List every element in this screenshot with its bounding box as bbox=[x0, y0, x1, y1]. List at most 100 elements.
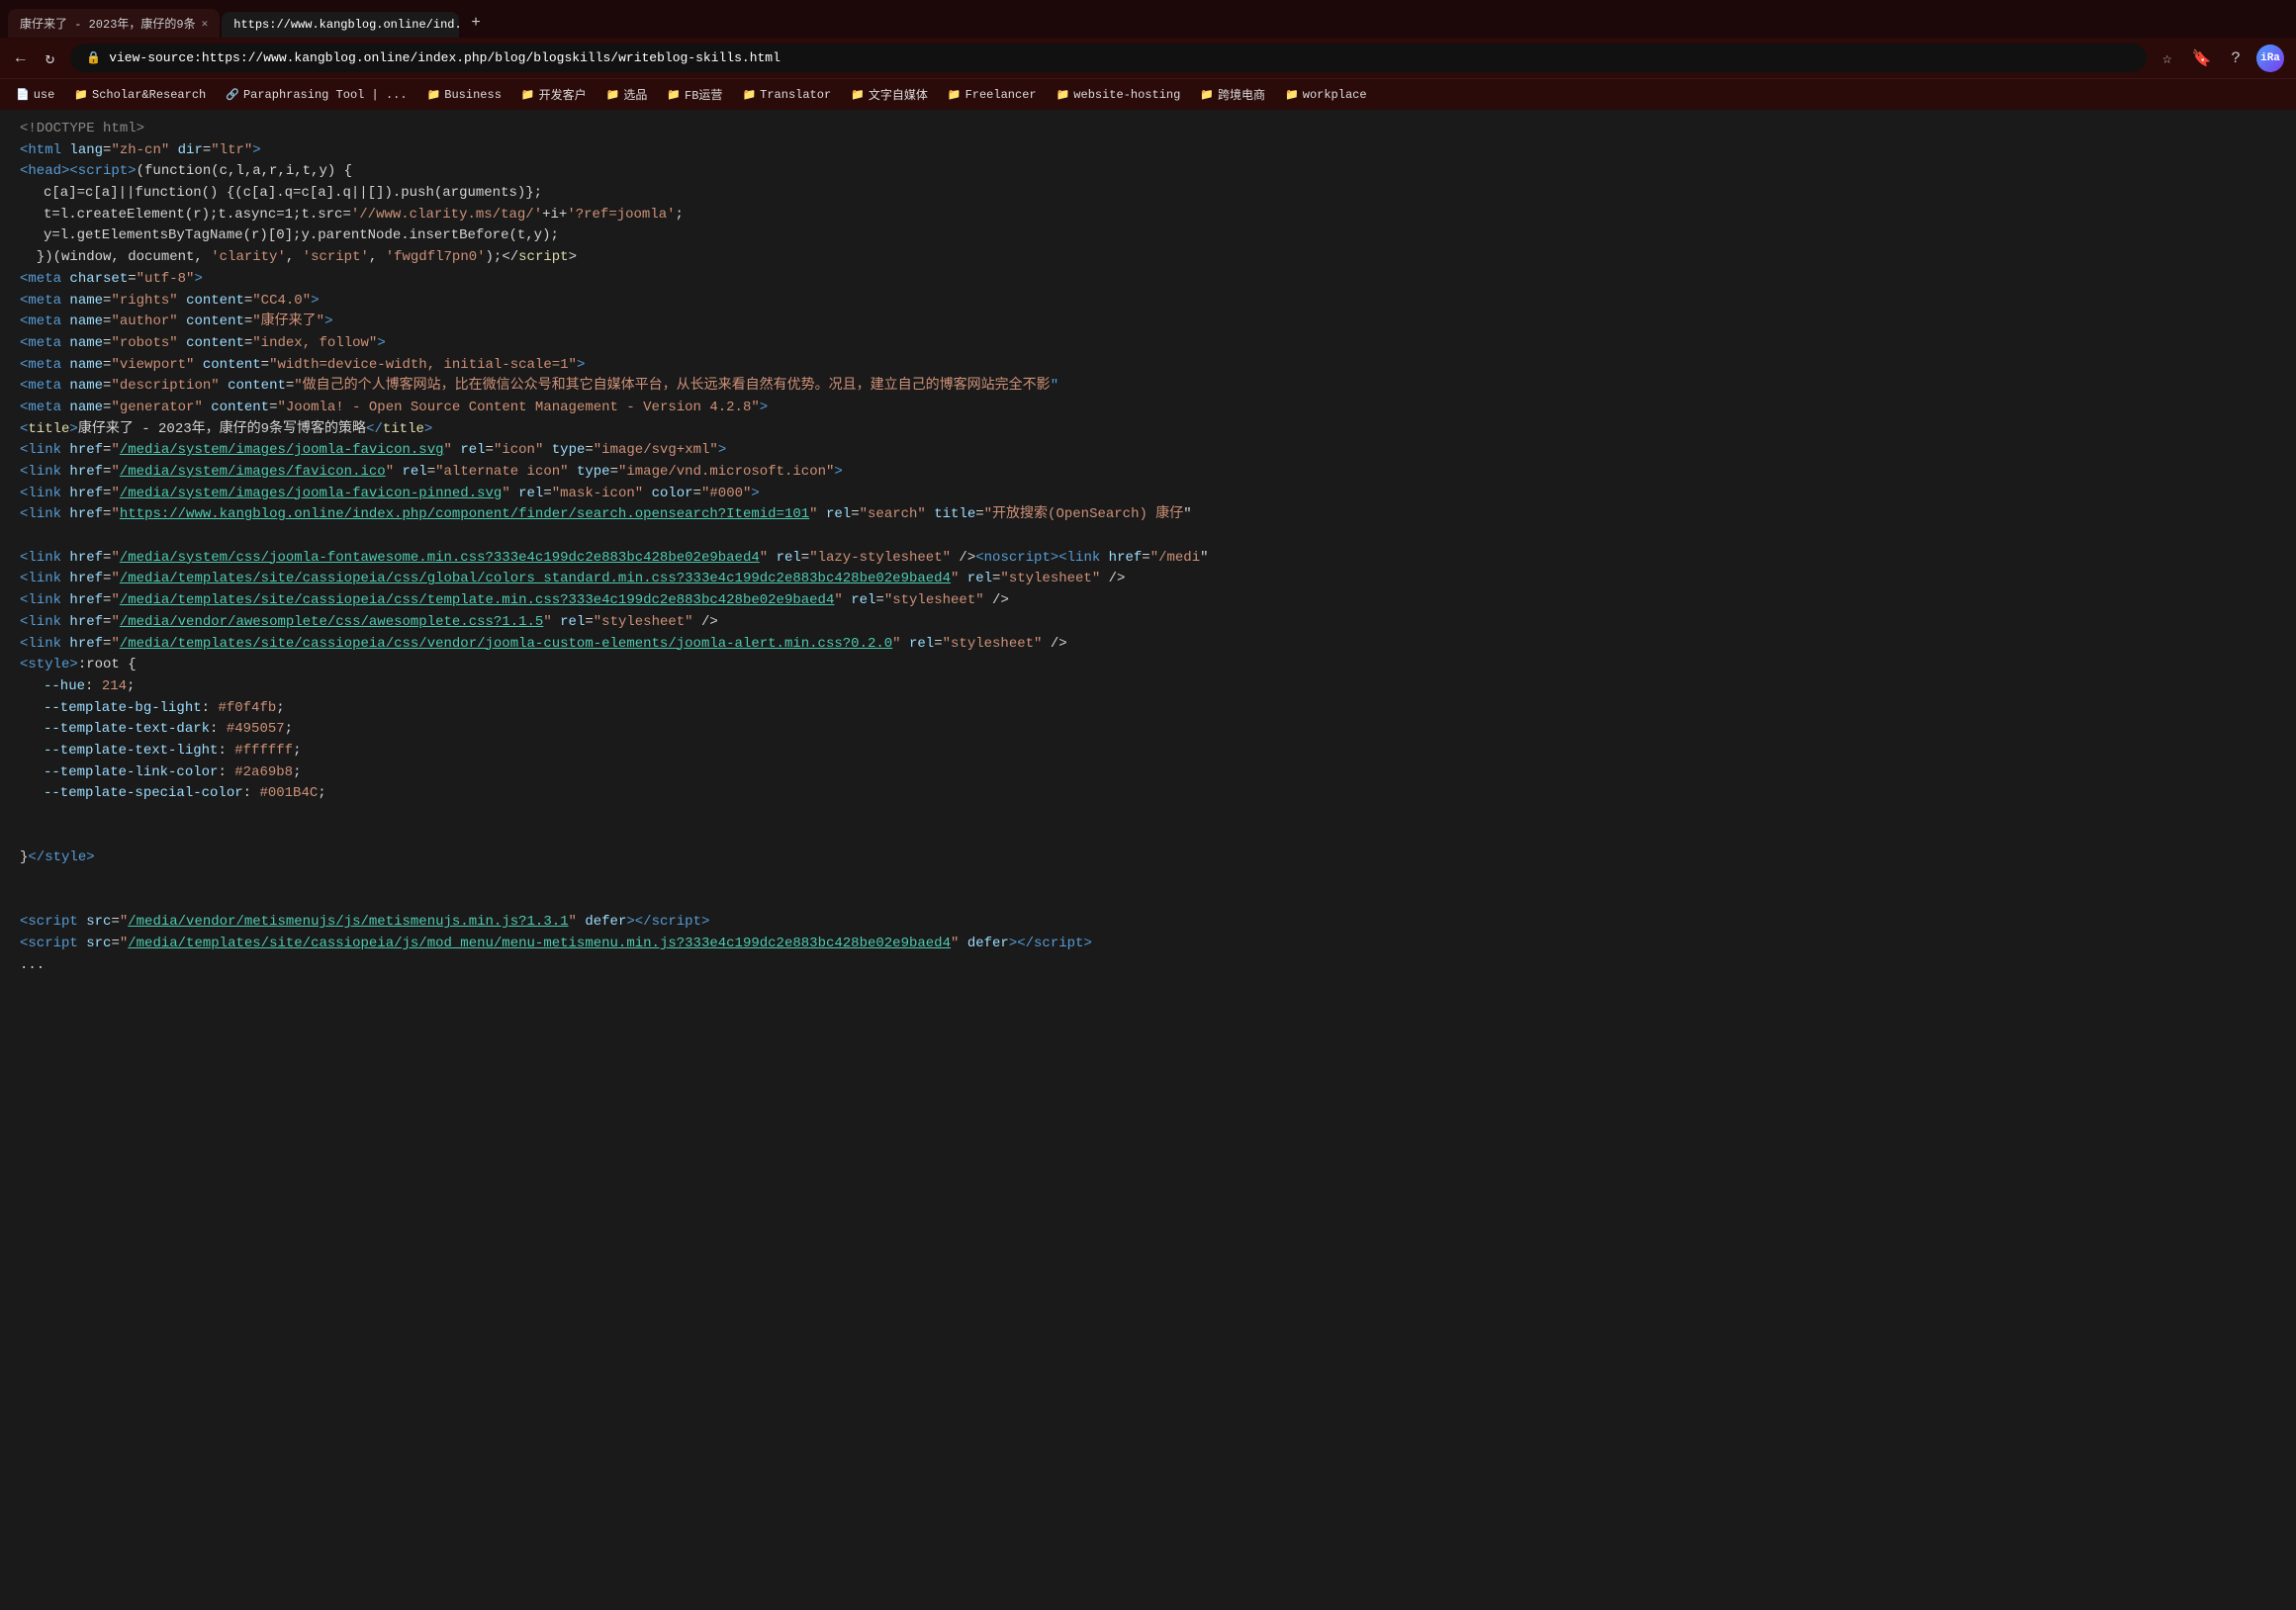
bookmark-translator-icon: 📁 bbox=[742, 88, 756, 102]
bookmark-paraphrasing-label: Paraphrasing Tool | ... bbox=[243, 88, 408, 102]
line-link6: <link href="/media/templates/site/cassio… bbox=[20, 569, 2276, 590]
bookmark-paraphrasing[interactable]: 🔗 Paraphrasing Tool | ... bbox=[218, 85, 414, 105]
address-text: view-source:https://www.kangblog.online/… bbox=[109, 50, 781, 65]
bookmark-workplace-icon: 📁 bbox=[1285, 88, 1299, 102]
bookmark-media-label: 文字自媒体 bbox=[869, 86, 928, 103]
tab-1[interactable]: 康仔来了 - 2023年，康仔的9条 ✕ bbox=[8, 9, 220, 38]
line-special-color: --template-special-color: #001B4C; bbox=[20, 783, 2276, 805]
bookmarks-bar: 📄 use 📁 Scholar&Research 🔗 Paraphrasing … bbox=[0, 78, 2296, 110]
bookmark-workplace[interactable]: 📁 workplace bbox=[1277, 85, 1375, 105]
bookmark-hosting[interactable]: 📁 website-hosting bbox=[1049, 85, 1189, 105]
tab-1-label: 康仔来了 - 2023年，康仔的9条 bbox=[20, 15, 196, 32]
help-icon[interactable]: ? bbox=[2227, 45, 2245, 71]
bookmark-media-icon: 📁 bbox=[851, 88, 865, 102]
line-link2: <link href="/media/system/images/favicon… bbox=[20, 462, 2276, 484]
line-meta1: <meta charset="utf-8"> bbox=[20, 269, 2276, 291]
reload-button[interactable]: ↻ bbox=[42, 45, 59, 72]
line-meta6: <meta name="description" content="做自己的个人… bbox=[20, 376, 2276, 398]
bookmark-dev-label: 开发客户 bbox=[539, 86, 587, 103]
link-awesomplete[interactable]: /media/vendor/awesomplete/css/awesomplet… bbox=[120, 614, 543, 630]
bookmark-translator[interactable]: 📁 Translator bbox=[734, 85, 839, 105]
line-link8: <link href="/media/vendor/awesomplete/cs… bbox=[20, 612, 2276, 634]
back-button[interactable]: ← bbox=[12, 45, 30, 71]
line-html: <html lang="zh-cn" dir="ltr"> bbox=[20, 140, 2276, 162]
line-hue: --hue: 214; bbox=[20, 676, 2276, 698]
bookmark-hosting-icon: 📁 bbox=[1056, 88, 1070, 102]
line-blank5 bbox=[20, 891, 2276, 913]
link-joomla-favicon[interactable]: /media/system/images/joomla-favicon.svg bbox=[120, 442, 444, 458]
line-style-close: }</style> bbox=[20, 848, 2276, 869]
source-code-content: <!DOCTYPE html> <html lang="zh-cn" dir="… bbox=[0, 107, 2296, 1610]
bookmark-scholar[interactable]: 📁 Scholar&Research bbox=[66, 85, 214, 105]
bookmark-cross-border[interactable]: 📁 跨境电商 bbox=[1192, 83, 1273, 106]
line-meta5: <meta name="viewport" content="width=dev… bbox=[20, 355, 2276, 377]
bookmark-dev-customer[interactable]: 📁 开发客户 bbox=[513, 83, 595, 106]
line-link9: <link href="/media/templates/site/cassio… bbox=[20, 634, 2276, 656]
line-link7: <link href="/media/templates/site/cassio… bbox=[20, 590, 2276, 612]
bookmark-business[interactable]: 📁 Business bbox=[419, 85, 509, 105]
bookmark-use-icon: 📄 bbox=[16, 88, 30, 102]
link-metismenusjs[interactable]: /media/vendor/metismenujs/js/metismenujs… bbox=[128, 914, 568, 930]
bookmark-freelancer-label: Freelancer bbox=[965, 88, 1037, 102]
browser-chrome: 康仔来了 - 2023年，康仔的9条 ✕ https://www.kangblo… bbox=[0, 0, 2296, 110]
link-template-min[interactable]: /media/templates/site/cassiopeia/css/tem… bbox=[120, 592, 835, 608]
bookmark-business-label: Business bbox=[444, 88, 502, 102]
new-tab-button[interactable]: + bbox=[461, 8, 491, 38]
line-bg-light: --template-bg-light: #f0f4fb; bbox=[20, 698, 2276, 720]
bookmark-use[interactable]: 📄 use bbox=[8, 85, 62, 105]
tab-1-close[interactable]: ✕ bbox=[202, 17, 209, 31]
line-link3: <link href="/media/system/images/joomla-… bbox=[20, 484, 2276, 505]
bookmark-scholar-icon: 📁 bbox=[74, 88, 88, 102]
line-s2: t=l.createElement(r);t.async=1;t.src='//… bbox=[20, 205, 2276, 226]
line-script1: <script src="/media/vendor/metismenujs/j… bbox=[20, 912, 2276, 934]
line-link5: <link href="/media/system/css/joomla-fon… bbox=[20, 548, 2276, 570]
bookmark-products-label: 选品 bbox=[623, 86, 647, 103]
firefox-icon[interactable]: 🔖 bbox=[2187, 45, 2215, 72]
tab-2-label: https://www.kangblog.online/ind... bbox=[233, 18, 459, 32]
line-s3: y=l.getElementsByTagName(r)[0];y.parentN… bbox=[20, 225, 2276, 247]
bookmark-fb-icon: 📁 bbox=[667, 88, 681, 102]
user-avatar[interactable]: iRa bbox=[2256, 45, 2284, 72]
line-script2: <script src="/media/templates/site/cassi… bbox=[20, 934, 2276, 955]
link-mod-menu[interactable]: /media/templates/site/cassiopeia/js/mod_… bbox=[128, 936, 951, 951]
link-joomla-alert[interactable]: /media/templates/site/cassiopeia/css/ven… bbox=[120, 636, 892, 652]
line-more: ... bbox=[20, 955, 2276, 977]
line-meta3: <meta name="author" content="康仔来了"> bbox=[20, 312, 2276, 333]
line-doctype: <!DOCTYPE html> bbox=[20, 119, 2276, 140]
bookmark-dev-icon: 📁 bbox=[521, 88, 535, 102]
link-global-colors[interactable]: /media/templates/site/cassiopeia/css/glo… bbox=[120, 571, 951, 586]
line-blank2 bbox=[20, 805, 2276, 827]
line-blank1 bbox=[20, 526, 2276, 548]
bookmark-fb[interactable]: 📁 FB运营 bbox=[659, 83, 730, 106]
bookmark-translator-label: Translator bbox=[760, 88, 831, 102]
bookmark-hosting-label: website-hosting bbox=[1073, 88, 1180, 102]
bookmark-fb-label: FB运营 bbox=[685, 86, 722, 103]
lock-icon: 🔒 bbox=[86, 50, 101, 65]
address-display[interactable]: 🔒 view-source:https://www.kangblog.onlin… bbox=[70, 44, 2147, 72]
bookmark-freelancer-icon: 📁 bbox=[948, 88, 962, 102]
tab-2[interactable]: https://www.kangblog.online/ind... ✕ bbox=[222, 12, 459, 38]
line-meta4: <meta name="robots" content="index, foll… bbox=[20, 333, 2276, 355]
line-s4: })(window, document, 'clarity', 'script'… bbox=[20, 247, 2276, 269]
bookmark-cross-border-label: 跨境电商 bbox=[1218, 86, 1265, 103]
line-meta2: <meta name="rights" content="CC4.0"> bbox=[20, 291, 2276, 313]
bookmark-star-icon[interactable]: ☆ bbox=[2158, 45, 2176, 72]
line-blank3 bbox=[20, 827, 2276, 849]
bookmark-products-icon: 📁 bbox=[606, 88, 620, 102]
line-style-open: <style>:root { bbox=[20, 655, 2276, 676]
line-text-dark: --template-text-dark: #495057; bbox=[20, 719, 2276, 741]
link-opensearch[interactable]: https://www.kangblog.online/index.php/co… bbox=[120, 506, 809, 522]
bookmark-products[interactable]: 📁 选品 bbox=[598, 83, 656, 106]
line-head: <head><script>(function(c,l,a,r,i,t,y) { bbox=[20, 161, 2276, 183]
line-meta7: <meta name="generator" content="Joomla! … bbox=[20, 398, 2276, 419]
link-favicon-ico[interactable]: /media/system/images/favicon.ico bbox=[120, 464, 386, 480]
line-text-light: --template-text-light: #ffffff; bbox=[20, 741, 2276, 762]
link-fontawesome[interactable]: /media/system/css/joomla-fontawesome.min… bbox=[120, 550, 760, 566]
bookmark-freelancer[interactable]: 📁 Freelancer bbox=[940, 85, 1045, 105]
line-title: <title>康仔来了 - 2023年，康仔的9条写博客的策略</title> bbox=[20, 419, 2276, 441]
bookmark-media[interactable]: 📁 文字自媒体 bbox=[843, 83, 936, 106]
line-s1: c[a]=c[a]||function() {(c[a].q=c[a].q||[… bbox=[20, 183, 2276, 205]
line-link1: <link href="/media/system/images/joomla-… bbox=[20, 440, 2276, 462]
bookmark-scholar-label: Scholar&Research bbox=[92, 88, 206, 102]
link-favicon-pinned[interactable]: /media/system/images/joomla-favicon-pinn… bbox=[120, 486, 502, 501]
